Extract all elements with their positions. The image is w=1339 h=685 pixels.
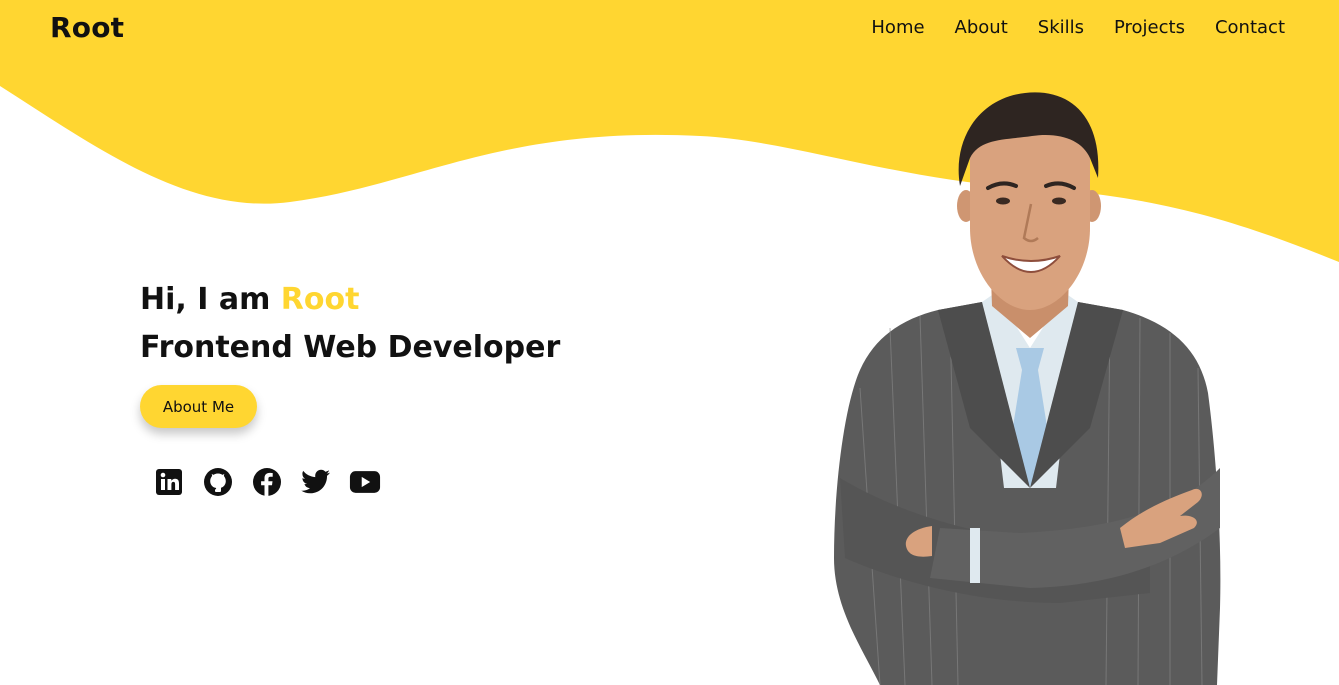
facebook-icon <box>253 468 281 496</box>
github-link[interactable] <box>202 466 234 498</box>
github-icon <box>204 468 232 496</box>
shirt-cuff <box>970 528 980 583</box>
hero-greeting: Hi, I am Root <box>140 276 560 324</box>
nav-contact[interactable]: Contact <box>1215 17 1285 38</box>
left-eye <box>996 197 1010 205</box>
linkedin-icon <box>156 469 182 495</box>
main-nav: Home About Skills Projects Contact <box>841 17 1285 38</box>
linkedin-link[interactable] <box>153 466 185 498</box>
greeting-prefix: Hi, I am <box>140 282 281 317</box>
nav-projects[interactable]: Projects <box>1114 17 1185 38</box>
right-eye <box>1052 197 1066 205</box>
youtube-link[interactable] <box>349 466 381 498</box>
social-links <box>153 466 381 498</box>
site-header: Root Home About Skills Projects Contact <box>0 0 1339 58</box>
nav-skills[interactable]: Skills <box>1038 17 1084 38</box>
twitter-link[interactable] <box>300 466 332 498</box>
facebook-link[interactable] <box>251 466 283 498</box>
twitter-icon <box>301 469 330 494</box>
nav-home[interactable]: Home <box>871 17 924 38</box>
about-me-button[interactable]: About Me <box>140 385 257 428</box>
hero-role: Frontend Web Developer <box>140 330 561 365</box>
portrait-image <box>834 92 1221 685</box>
hero-section: Hi, I am Root Frontend Web Developer Abo… <box>140 276 561 496</box>
hero-name: Root <box>280 282 360 317</box>
nav-about[interactable]: About <box>955 17 1008 38</box>
site-logo[interactable]: Root <box>50 11 124 44</box>
youtube-icon <box>349 471 381 493</box>
